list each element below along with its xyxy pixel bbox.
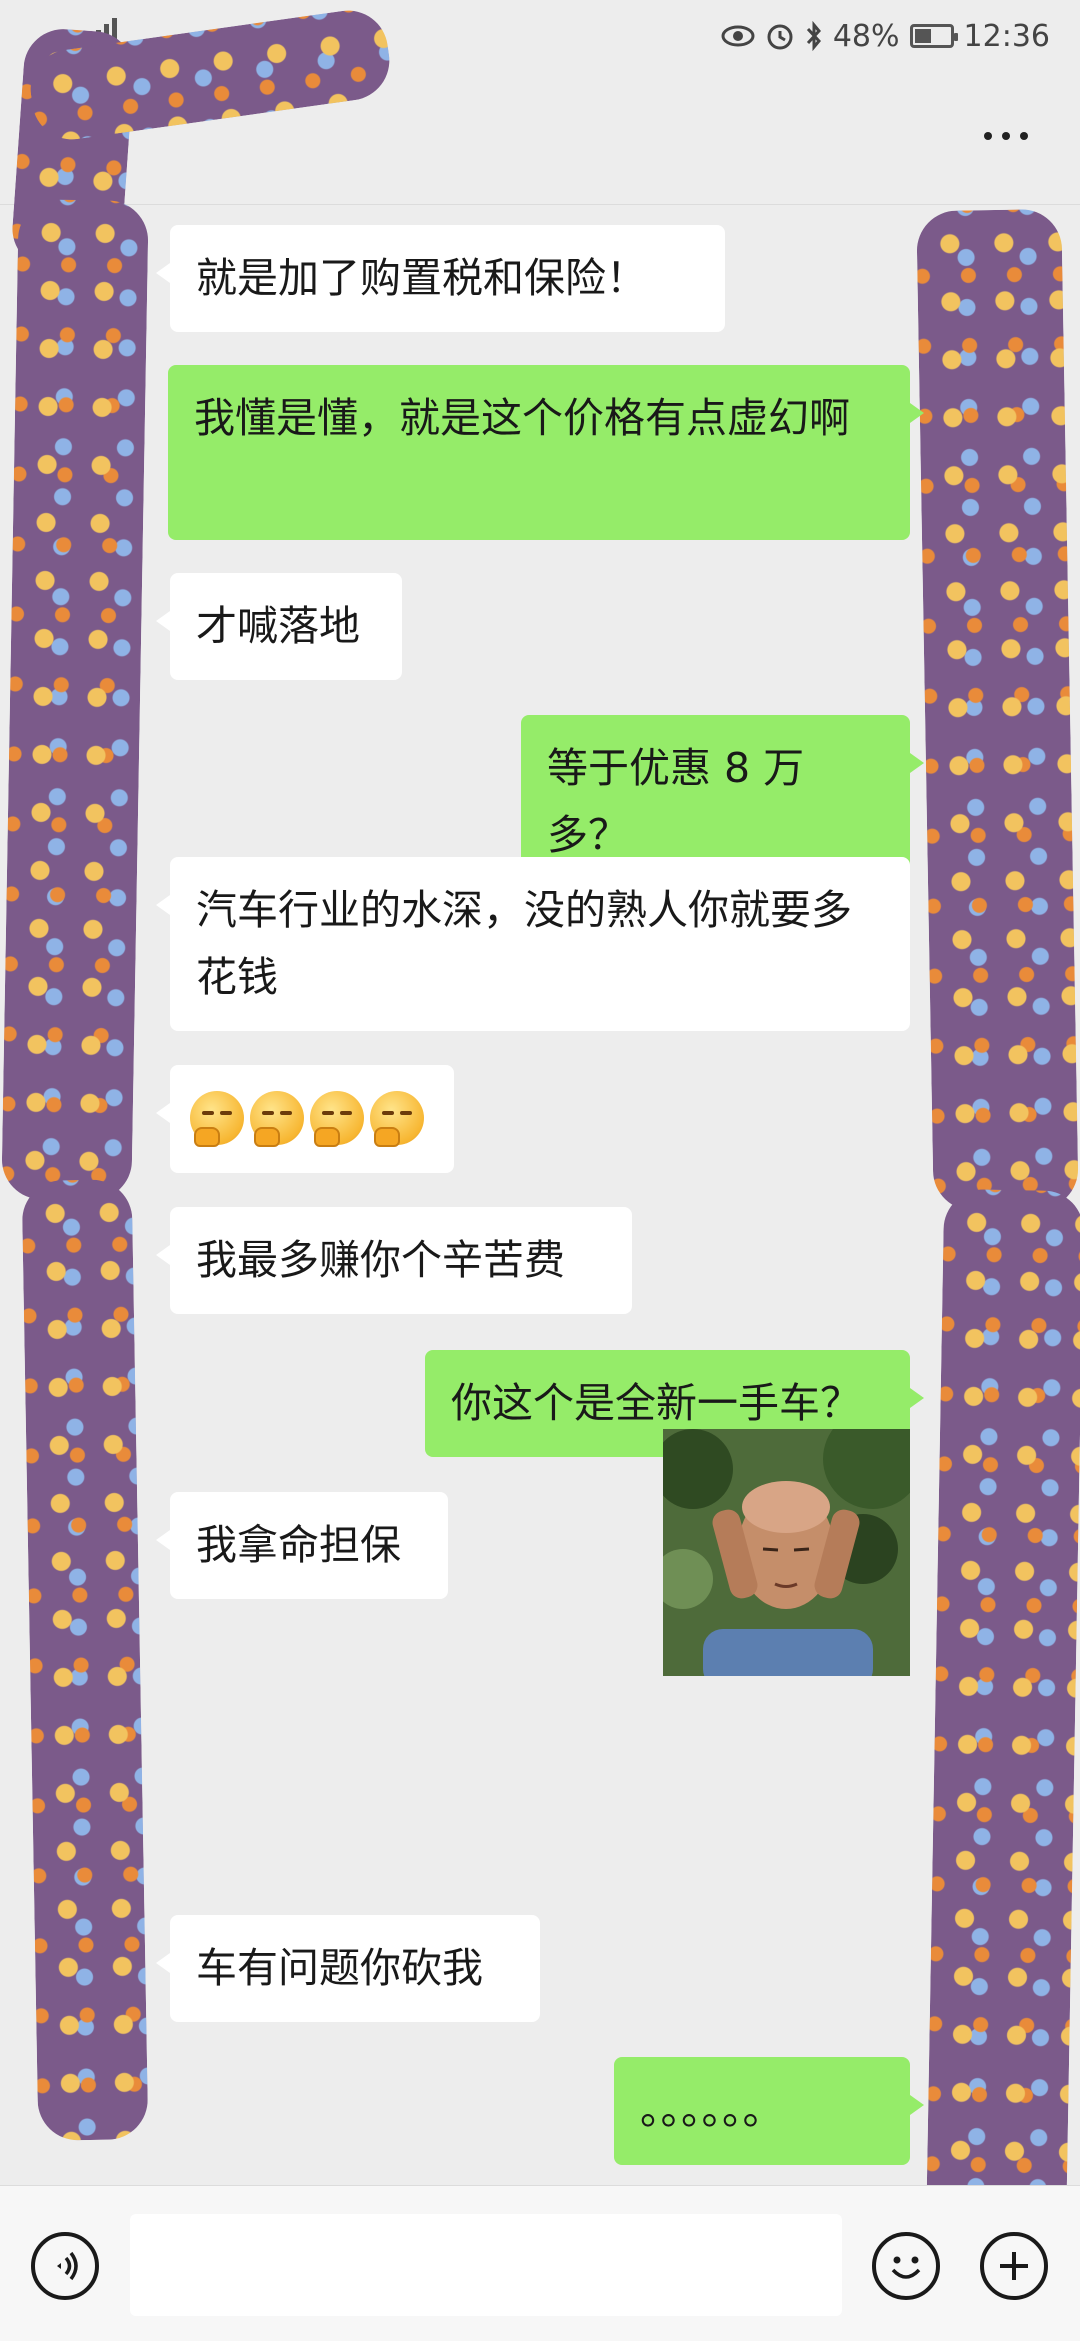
message-bubble[interactable]: 我最多赚你个辛苦费: [156, 1207, 632, 1314]
message-bubble[interactable]: 汽车行业的水深，没的熟人你就要多花钱: [156, 857, 910, 1031]
thinking-face-emoji: [370, 1091, 424, 1147]
input-bar: [0, 2185, 1080, 2341]
message-text: 我懂是懂，就是这个价格有点虚幻啊: [194, 394, 850, 442]
more-dots-icon[interactable]: [984, 132, 1028, 140]
emoji-icon[interactable]: [872, 2232, 940, 2300]
message-bubble[interactable]: 我拿命担保: [156, 1492, 448, 1599]
message-text: 才喊落地: [196, 602, 360, 650]
thinking-face-emoji: [190, 1091, 244, 1147]
message-bubble[interactable]: 才喊落地: [156, 573, 402, 680]
chat-area[interactable]: 就是加了购置税和保险！ 我懂是懂，就是这个价格有点虚幻啊 才喊落地 等于优惠 8…: [0, 205, 1080, 2185]
message-text: 车有问题你砍我: [196, 1944, 483, 1992]
message-text: 等于优惠 8 万多？: [547, 744, 805, 859]
message-text: 我最多赚你个辛苦费: [196, 1236, 565, 1284]
message-text: 你这个是全新一手车？: [451, 1379, 861, 1427]
battery-level: [914, 29, 931, 43]
man-scratching-head-photo[interactable]: [663, 1429, 910, 1676]
voice-icon[interactable]: [31, 2232, 99, 2300]
plus-icon[interactable]: [980, 2232, 1048, 2300]
thinking-face-emoji-row: [190, 1091, 434, 1147]
battery-icon: [909, 24, 958, 48]
alarm-icon: [767, 24, 793, 50]
thinking-face-emoji: [310, 1091, 364, 1147]
battery-percent: 48%: [832, 18, 900, 54]
message-text: 汽车行业的水深，没的熟人你就要多花钱: [196, 886, 852, 1001]
message-bubble[interactable]: 。。。。。。: [614, 2057, 924, 2165]
message-input[interactable]: [130, 2214, 842, 2316]
message-text: 我拿命担保: [196, 1521, 401, 1569]
status-time: 12:36: [963, 18, 1050, 54]
message-text: 就是加了购置税和保险！: [196, 254, 647, 302]
thinking-face-emoji: [250, 1091, 304, 1147]
eye-icon: [721, 25, 755, 47]
emoji-message[interactable]: [156, 1065, 454, 1173]
message-bubble[interactable]: 就是加了购置税和保险！: [156, 225, 725, 332]
message-bubble[interactable]: 车有问题你砍我: [156, 1915, 540, 2022]
bluetooth-icon: [806, 21, 821, 51]
message-text: 。。。。。。: [640, 2086, 784, 2134]
message-bubble[interactable]: 我懂是懂，就是这个价格有点虚幻啊: [168, 365, 924, 540]
